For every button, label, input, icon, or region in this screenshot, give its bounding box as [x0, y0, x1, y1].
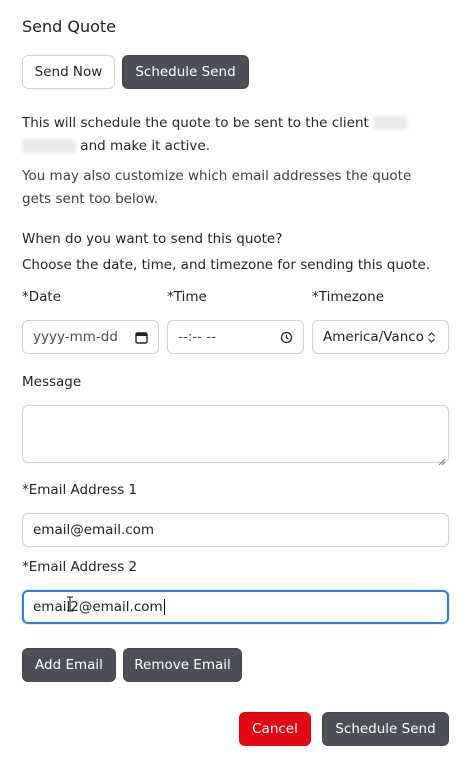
- text-caret: [163, 599, 165, 615]
- time-input[interactable]: --:-- --: [167, 320, 304, 354]
- add-email-button[interactable]: Add Email: [22, 648, 116, 682]
- cancel-button[interactable]: Cancel: [239, 712, 311, 746]
- email-1-input[interactable]: email@email.com: [22, 513, 449, 547]
- date-value: yyyy-mm-dd: [33, 329, 118, 345]
- schedule-info-text: This will schedule the quote to be sent …: [22, 112, 452, 158]
- page-title: Send Quote: [22, 17, 117, 36]
- date-label: *Date: [22, 289, 62, 305]
- customize-line-2: gets sent too below.: [22, 191, 159, 207]
- customize-line-1: You may also customize which email addre…: [22, 168, 412, 184]
- info-line-1: This will schedule the quote to be sent …: [22, 115, 369, 131]
- ibeam-cursor-icon: [66, 596, 74, 612]
- date-input[interactable]: yyyy-mm-dd: [22, 320, 159, 354]
- customize-info-text: You may also customize which email addre…: [22, 165, 452, 211]
- email-2-input[interactable]: email2@email.com: [22, 590, 449, 624]
- message-label: Message: [22, 374, 82, 390]
- timezone-select[interactable]: America/Vancouver: [312, 320, 449, 354]
- schedule-hint: Choose the date, time, and timezone for …: [22, 257, 431, 273]
- info-line-2: and make it active.: [80, 138, 211, 154]
- message-textarea[interactable]: [22, 405, 449, 466]
- clock-icon[interactable]: [279, 330, 293, 344]
- send-now-button[interactable]: Send Now: [22, 55, 115, 89]
- email-1-value: email@email.com: [33, 522, 155, 538]
- timezone-label: *Timezone: [312, 289, 384, 305]
- client-name-redacted: [373, 116, 408, 130]
- time-value: --:-- --: [178, 329, 217, 345]
- calendar-icon[interactable]: [134, 330, 148, 344]
- schedule-send-button[interactable]: Schedule Send: [322, 712, 449, 746]
- updown-chevron-icon: [424, 330, 438, 344]
- time-label: *Time: [167, 289, 207, 305]
- schedule-question: When do you want to send this quote?: [22, 231, 283, 247]
- email-2-value: email2@email.com: [33, 599, 163, 615]
- email-2-label: *Email Address 2: [22, 559, 138, 575]
- schedule-send-tab-button[interactable]: Schedule Send: [122, 55, 249, 89]
- timezone-value: America/Vancouver: [323, 329, 424, 345]
- resize-handle-icon[interactable]: [437, 451, 446, 466]
- client-name-redacted-2: [22, 139, 76, 153]
- email-1-label: *Email Address 1: [22, 482, 138, 498]
- remove-email-button[interactable]: Remove Email: [123, 648, 242, 682]
